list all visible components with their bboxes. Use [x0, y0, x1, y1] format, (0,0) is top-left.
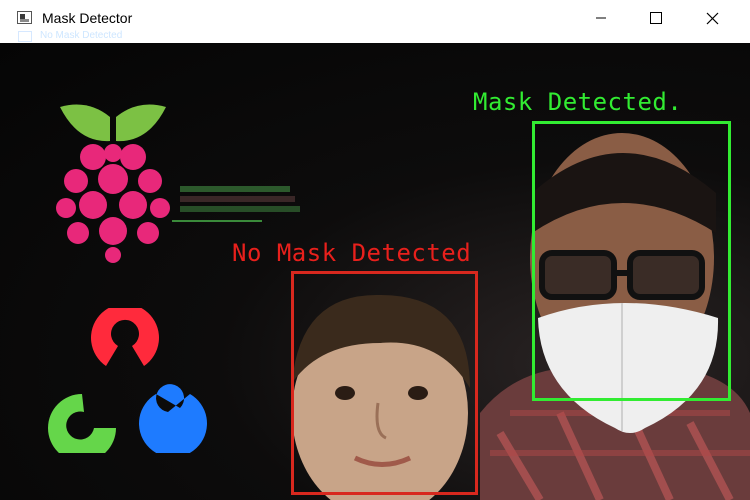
maximize-button[interactable] [633, 0, 679, 36]
maximize-icon [650, 12, 662, 24]
title-bar[interactable]: Mask Detector No Mask Detected [0, 0, 750, 42]
mask-detector-window: Mask Detector No Mask Detected Mask Dete… [0, 0, 750, 500]
minimize-button[interactable] [578, 0, 624, 36]
minimize-icon [596, 17, 606, 19]
ghost-icon [18, 31, 32, 42]
text-smear [172, 186, 300, 222]
close-icon [706, 12, 718, 24]
opencv-logo [48, 308, 207, 453]
camera-feed: Mask Detected. No Mask Detected [0, 43, 750, 500]
mask-detection-box [532, 121, 731, 401]
close-button[interactable] [689, 0, 735, 36]
no-mask-detected-label: No Mask Detected [232, 239, 472, 267]
ghost-overlay-text: No Mask Detected [40, 30, 123, 41]
no-mask-detection-box [291, 271, 478, 495]
raspberry-pi-logo [56, 104, 170, 263]
app-icon [17, 11, 32, 24]
mask-detected-label: Mask Detected. [473, 88, 683, 116]
window-title: Mask Detector [42, 10, 133, 26]
